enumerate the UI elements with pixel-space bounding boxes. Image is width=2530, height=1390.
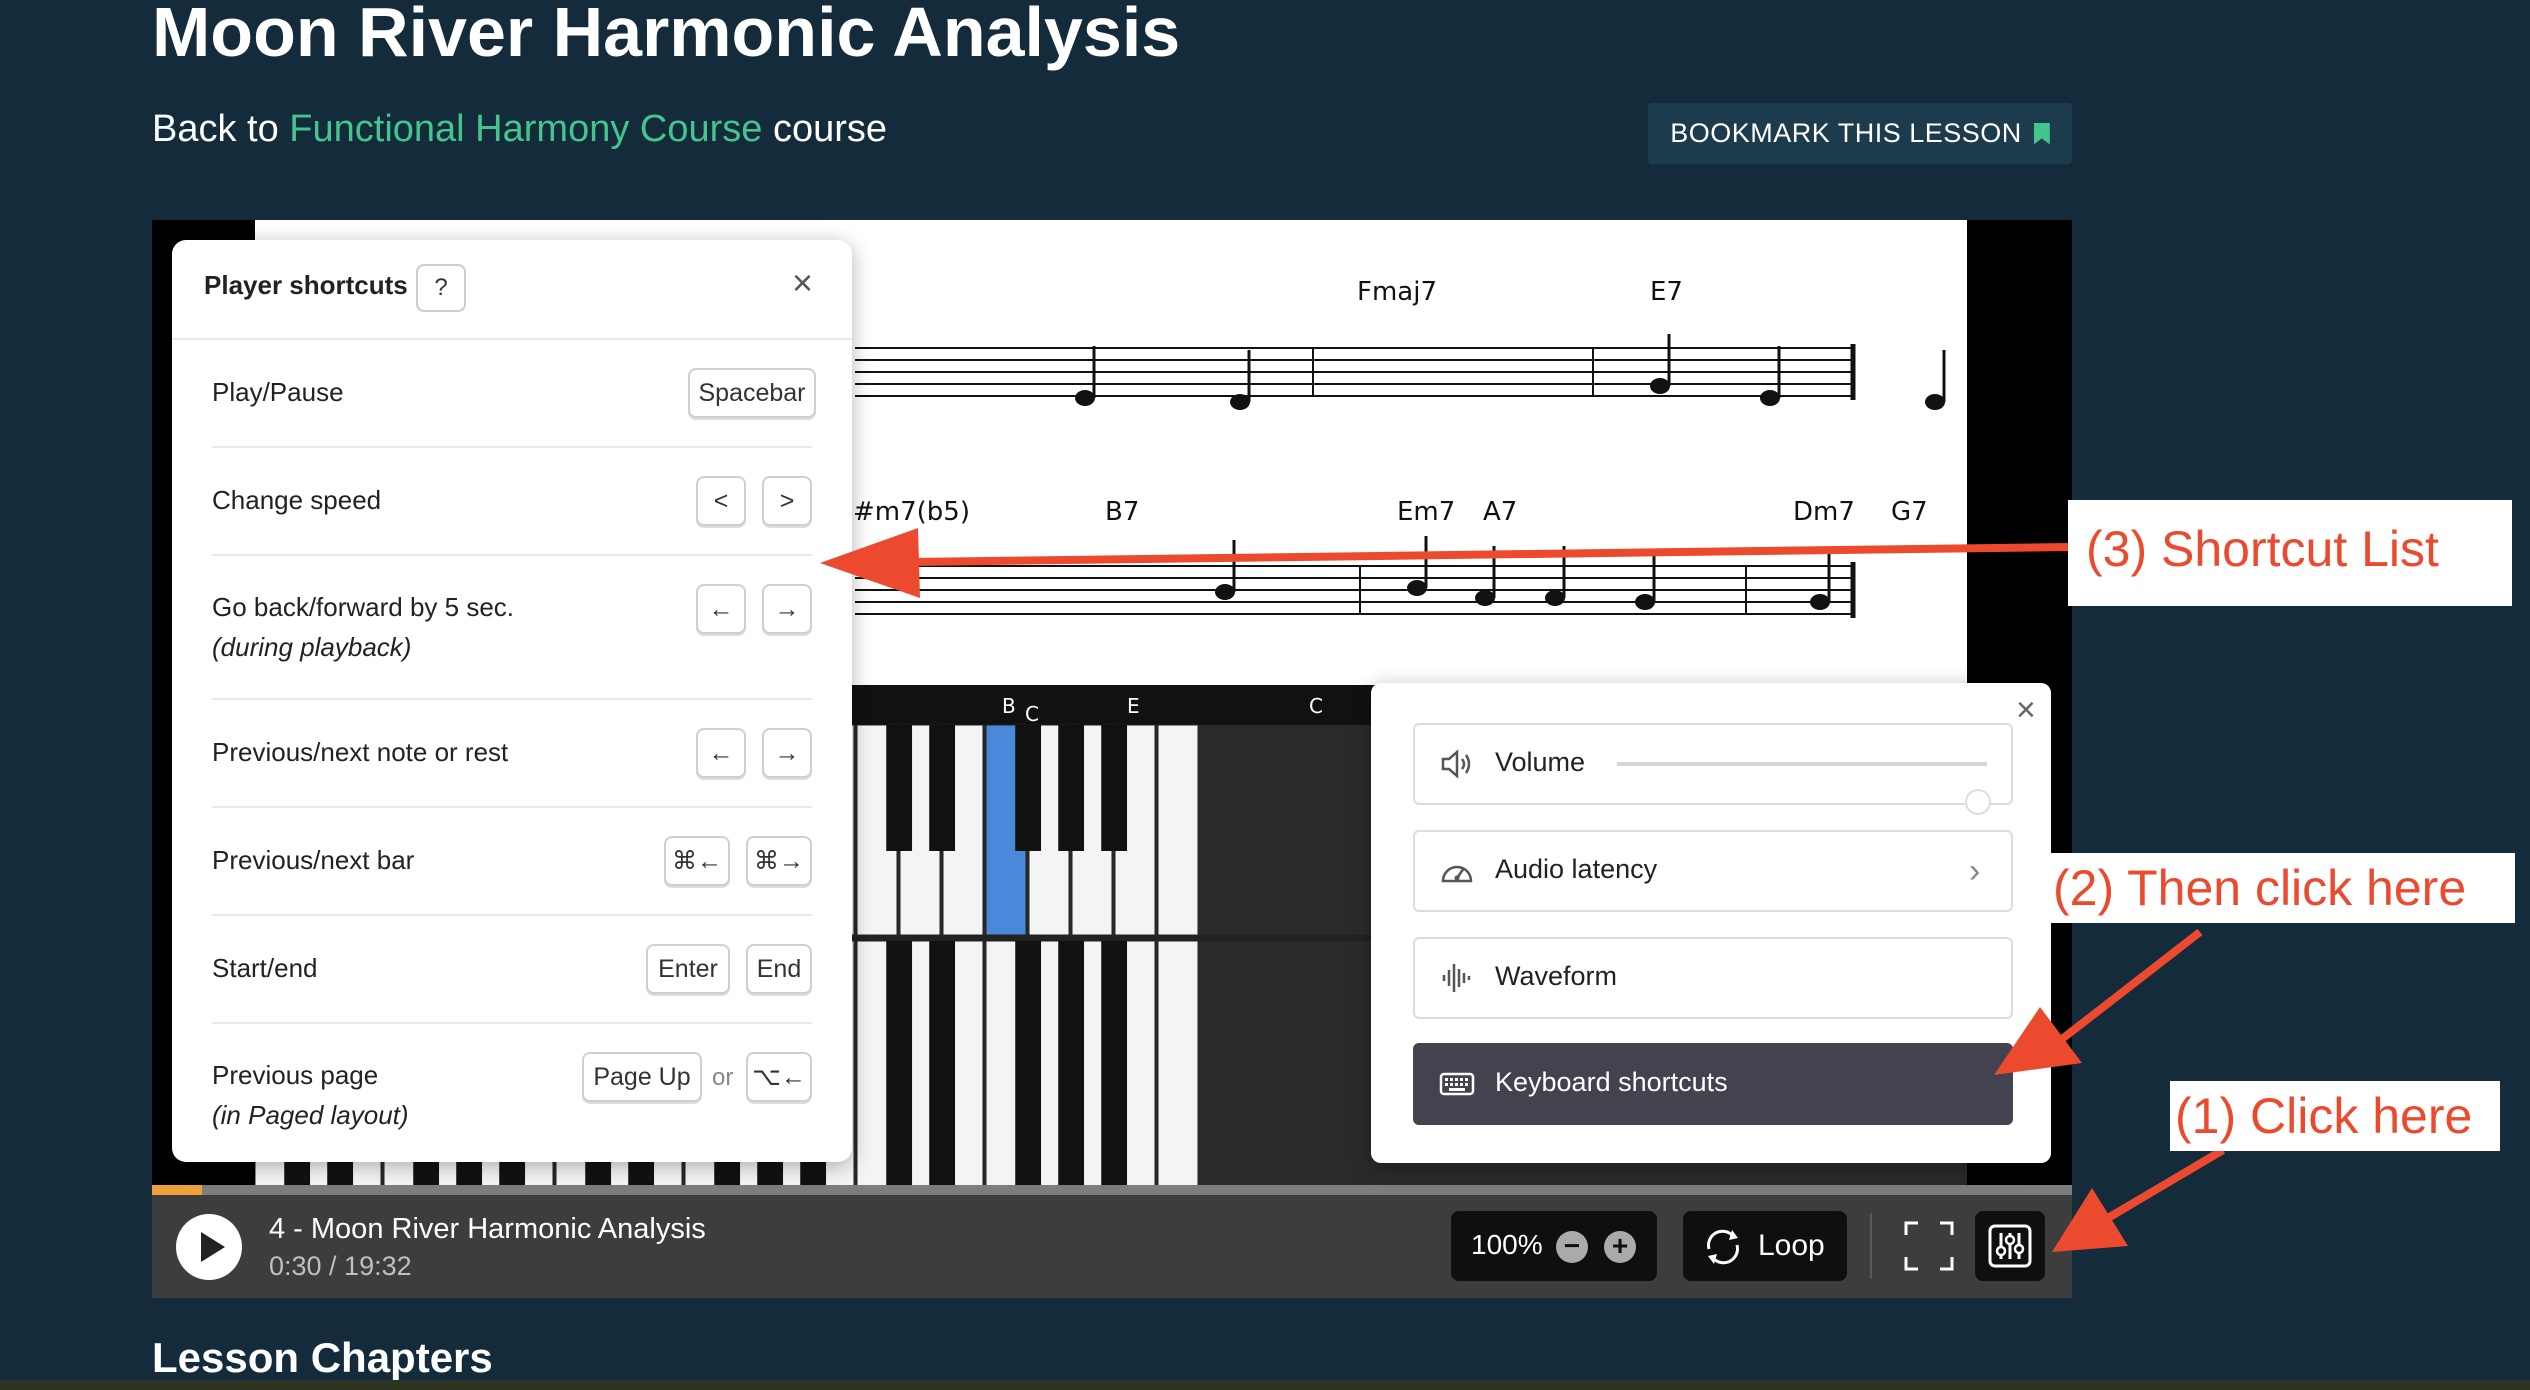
arrow-to-keyboard-shortcuts <box>2059 928 2203 1043</box>
arrow-to-settings-button <box>2105 1146 2226 1222</box>
arrow-to-shortcut-list <box>909 543 2073 566</box>
annotation-then-click: (2) Then click here <box>2049 853 2515 923</box>
page-footer-strip <box>0 1380 2530 1390</box>
annotation-shortcut-list: (3) Shortcut List <box>2068 500 2512 606</box>
lesson-chapters-heading: Lesson Chapters <box>152 1334 493 1381</box>
arrow-head <box>2052 1188 2128 1252</box>
arrow-head <box>820 528 920 598</box>
arrow-head <box>1994 1007 2082 1075</box>
annotation-click-here: (1) Click here <box>2170 1081 2500 1151</box>
annotation-arrows <box>820 528 2226 1252</box>
